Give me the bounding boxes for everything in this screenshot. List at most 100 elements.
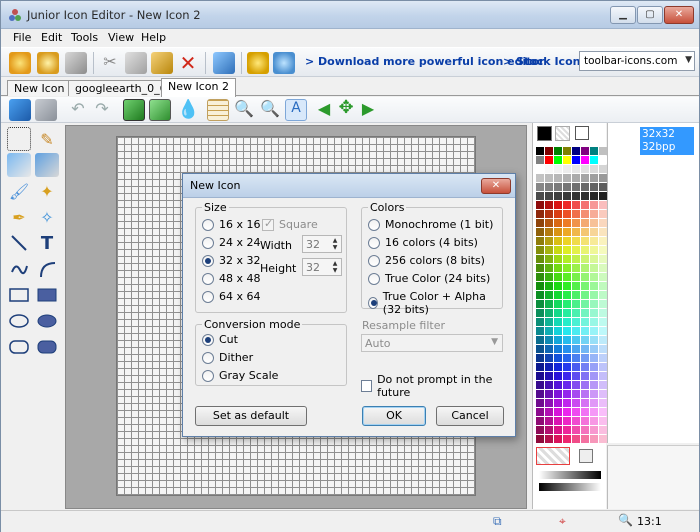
palette-swatch[interactable] bbox=[563, 201, 571, 209]
palette-swatch[interactable] bbox=[572, 183, 580, 191]
redo-icon[interactable]: ↷ bbox=[91, 99, 113, 121]
magic-tool-icon[interactable]: ✧ bbox=[35, 205, 59, 229]
save-icon[interactable] bbox=[65, 52, 87, 74]
palette-swatch[interactable] bbox=[572, 291, 580, 299]
palette-swatch[interactable] bbox=[545, 273, 553, 281]
palette-swatch[interactable] bbox=[554, 219, 562, 227]
zoom-in-icon[interactable]: 🔍 bbox=[233, 99, 255, 121]
palette-swatch[interactable] bbox=[590, 417, 598, 425]
palette-swatch[interactable] bbox=[554, 300, 562, 308]
palette-swatch[interactable] bbox=[536, 327, 544, 335]
palette-swatch[interactable] bbox=[563, 165, 571, 173]
minimize-button[interactable]: ▁ bbox=[610, 6, 636, 24]
palette-swatch[interactable] bbox=[599, 417, 607, 425]
open-icon[interactable] bbox=[37, 52, 59, 74]
cut-icon[interactable]: ✂ bbox=[99, 52, 121, 74]
palette-swatch[interactable] bbox=[572, 219, 580, 227]
palette-swatch[interactable] bbox=[590, 426, 598, 434]
palette-swatch[interactable] bbox=[599, 174, 607, 182]
palette-swatch[interactable] bbox=[590, 372, 598, 380]
radio[interactable] bbox=[368, 218, 380, 231]
palette-swatch[interactable] bbox=[545, 246, 553, 254]
format-item[interactable]: 32x32 32bpp bbox=[640, 127, 694, 155]
palette-swatch[interactable] bbox=[536, 408, 544, 416]
palette-swatch[interactable] bbox=[545, 174, 553, 182]
text-tool-icon[interactable]: T bbox=[35, 231, 59, 255]
palette-swatch[interactable] bbox=[572, 237, 580, 245]
palette-swatch[interactable] bbox=[572, 246, 580, 254]
palette-swatch[interactable] bbox=[545, 354, 553, 362]
palette-swatch[interactable] bbox=[536, 381, 544, 389]
maximize-button[interactable]: ▢ bbox=[637, 6, 663, 24]
color-mono-option[interactable]: Monochrome (1 bit) bbox=[368, 218, 493, 231]
paste-icon[interactable] bbox=[151, 52, 173, 74]
palette-swatch[interactable] bbox=[554, 192, 562, 200]
radio[interactable] bbox=[202, 333, 214, 346]
palette-swatch[interactable] bbox=[572, 417, 580, 425]
palette-swatch[interactable] bbox=[545, 282, 553, 290]
palette-swatch[interactable] bbox=[599, 354, 607, 362]
palette-swatch[interactable] bbox=[590, 282, 598, 290]
palette-swatch[interactable] bbox=[572, 345, 580, 353]
palette-swatch[interactable] bbox=[599, 318, 607, 326]
palette-swatch[interactable] bbox=[599, 345, 607, 353]
palette-swatch[interactable] bbox=[536, 255, 544, 263]
palette-swatch[interactable] bbox=[554, 165, 562, 173]
palette-swatch[interactable] bbox=[599, 273, 607, 281]
palette-swatch[interactable] bbox=[536, 336, 544, 344]
palette-swatch[interactable] bbox=[581, 345, 589, 353]
transparent-color-swatch[interactable] bbox=[555, 126, 570, 141]
palette-swatch[interactable] bbox=[563, 363, 571, 371]
palette-swatch[interactable] bbox=[572, 165, 580, 173]
menu-edit[interactable]: Edit bbox=[41, 31, 62, 44]
conversion-grayscale-option[interactable]: Gray Scale bbox=[202, 369, 278, 382]
palette-swatch[interactable] bbox=[545, 327, 553, 335]
palette-swatch[interactable] bbox=[581, 435, 589, 443]
color-24bit-option[interactable]: True Color (24 bits) bbox=[368, 272, 490, 285]
palette-swatch[interactable] bbox=[581, 264, 589, 272]
palette-swatch[interactable] bbox=[581, 354, 589, 362]
square-checkbox[interactable]: Square bbox=[262, 217, 318, 231]
palette-swatch[interactable] bbox=[590, 354, 598, 362]
palette-swatch[interactable] bbox=[554, 408, 562, 416]
checkbox[interactable] bbox=[361, 380, 373, 392]
remove-image-icon[interactable] bbox=[35, 99, 57, 121]
arrow-left-icon[interactable]: ◀ bbox=[313, 99, 335, 121]
palette-swatch[interactable] bbox=[554, 273, 562, 281]
size-64-option[interactable]: 64 x 64 bbox=[202, 290, 261, 303]
palette-swatch[interactable] bbox=[554, 201, 562, 209]
palette-swatch[interactable] bbox=[545, 183, 553, 191]
palette-swatch[interactable] bbox=[581, 390, 589, 398]
palette-swatch[interactable] bbox=[554, 210, 562, 218]
palette-swatch[interactable] bbox=[599, 147, 607, 155]
palette-swatch[interactable] bbox=[581, 336, 589, 344]
palette-swatch[interactable] bbox=[572, 174, 580, 182]
palette-swatch[interactable] bbox=[581, 417, 589, 425]
palette-swatch[interactable] bbox=[599, 219, 607, 227]
palette-swatch[interactable] bbox=[572, 399, 580, 407]
palette-swatch[interactable] bbox=[554, 336, 562, 344]
palette-swatch[interactable] bbox=[563, 408, 571, 416]
palette-swatch[interactable] bbox=[572, 327, 580, 335]
palette-swatch[interactable] bbox=[536, 291, 544, 299]
palette-swatch[interactable] bbox=[572, 228, 580, 236]
palette-swatch[interactable] bbox=[563, 354, 571, 362]
stock-icons-link[interactable]: > Stock Icons bbox=[503, 55, 587, 68]
radio[interactable] bbox=[368, 297, 378, 309]
palette-swatch[interactable] bbox=[599, 426, 607, 434]
palette-swatch[interactable] bbox=[563, 327, 571, 335]
palette-swatch[interactable] bbox=[536, 165, 544, 173]
palette-swatch[interactable] bbox=[599, 201, 607, 209]
radio[interactable] bbox=[368, 254, 380, 267]
paint-bucket-icon[interactable] bbox=[213, 52, 235, 74]
ellipse-tool-icon[interactable] bbox=[7, 309, 31, 333]
filled-rounded-rect-tool-icon[interactable] bbox=[35, 335, 59, 359]
palette-swatch[interactable] bbox=[536, 174, 544, 182]
palette-swatch[interactable] bbox=[572, 210, 580, 218]
palette-swatch[interactable] bbox=[536, 399, 544, 407]
size-16-option[interactable]: 16 x 16 bbox=[202, 218, 261, 231]
palette-swatch[interactable] bbox=[590, 156, 598, 164]
palette-swatch[interactable] bbox=[572, 147, 580, 155]
palette-swatch[interactable] bbox=[590, 390, 598, 398]
lightbulb-icon[interactable] bbox=[247, 52, 269, 74]
